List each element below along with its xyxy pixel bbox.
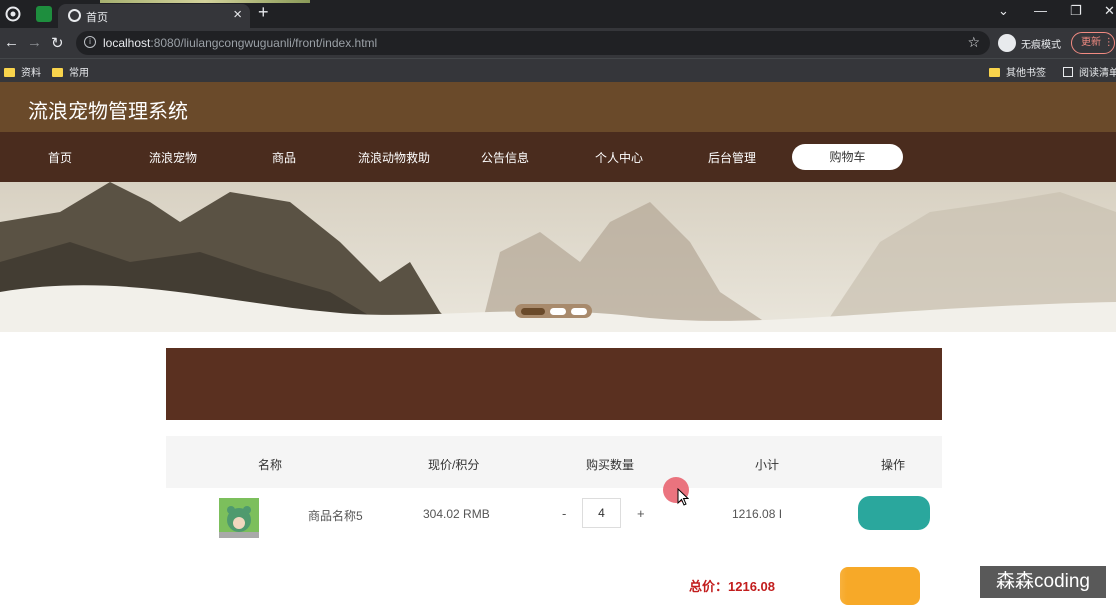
product-subtotal: 1216.08 I bbox=[732, 507, 783, 521]
restore-icon[interactable]: ❐ bbox=[1070, 3, 1082, 19]
product-name: 商品名称5 bbox=[308, 509, 363, 523]
window-close-icon[interactable]: ✕ bbox=[1104, 3, 1115, 19]
col-quantity: 购买数量 bbox=[586, 458, 635, 472]
nav-announcements[interactable]: 公告信息 bbox=[481, 149, 529, 166]
browser-tab-bar: 首页 × + ⌄ — ❐ ✕ bbox=[0, 0, 1116, 28]
address-bar: ← → ↻ i localhost:8080/liulangcongwuguan… bbox=[0, 28, 1116, 58]
watermark: 森森coding bbox=[980, 566, 1106, 598]
total-price: 总价：1216.08 bbox=[689, 579, 775, 594]
delete-button[interactable] bbox=[858, 496, 930, 530]
chrome-icon[interactable] bbox=[5, 6, 21, 22]
nav-home[interactable]: 首页 bbox=[48, 149, 72, 166]
col-name: 名称 bbox=[258, 458, 283, 472]
product-price: 304.02 RMB bbox=[423, 507, 490, 521]
site-info-icon[interactable]: i bbox=[84, 36, 96, 48]
bookmarks-bar: 资料 常用 其他书签 阅读清单 bbox=[0, 58, 1116, 82]
reading-list-icon bbox=[1063, 67, 1073, 77]
col-price: 现价/积分 bbox=[428, 458, 480, 472]
site-header: 流浪宠物管理系统 bbox=[0, 82, 1116, 132]
folder-icon bbox=[52, 68, 63, 77]
carousel-indicators bbox=[515, 304, 592, 318]
fade-overlay bbox=[781, 488, 847, 611]
other-bookmarks[interactable]: 其他书签 bbox=[989, 64, 1046, 79]
back-icon[interactable]: ← bbox=[4, 34, 19, 51]
new-tab-icon[interactable]: + bbox=[258, 2, 269, 23]
nav-cart-active[interactable]: 购物车 bbox=[792, 144, 903, 170]
incognito-icon[interactable] bbox=[998, 34, 1016, 52]
bookmark-star-icon[interactable]: ☆ bbox=[967, 34, 980, 51]
cart-table-header: 名称 现价/积分 购买数量 小计 操作 bbox=[166, 436, 942, 488]
nav-animal-rescue[interactable]: 流浪动物救助 bbox=[358, 149, 430, 166]
main-nav: 首页 流浪宠物 商品 流浪动物救助 公告信息 个人中心 后台管理 购物车 bbox=[0, 132, 1116, 182]
mouse-cursor-icon bbox=[677, 488, 689, 506]
carousel-dot-3[interactable] bbox=[571, 308, 587, 315]
tab-search-icon[interactable]: ⌄ bbox=[998, 3, 1009, 19]
forward-icon[interactable]: → bbox=[27, 34, 42, 51]
product-thumbnail[interactable] bbox=[219, 498, 259, 538]
col-action: 操作 bbox=[881, 458, 906, 472]
carousel-dot-1[interactable] bbox=[521, 308, 545, 315]
bookmark-folder-2[interactable]: 常用 bbox=[52, 64, 89, 79]
tab-close-icon[interactable]: × bbox=[233, 6, 242, 23]
nav-admin[interactable]: 后台管理 bbox=[708, 149, 756, 166]
banner-carousel bbox=[0, 182, 1116, 332]
nav-stray-pets[interactable]: 流浪宠物 bbox=[149, 149, 197, 166]
carousel-dot-2[interactable] bbox=[550, 308, 566, 315]
incognito-label: 无痕模式 bbox=[1021, 40, 1061, 51]
sheets-tab-icon[interactable] bbox=[36, 6, 52, 22]
bookmark-folder-1[interactable]: 资料 bbox=[4, 64, 41, 79]
folder-icon bbox=[4, 68, 15, 77]
decrease-quantity-button[interactable]: - bbox=[562, 506, 566, 521]
nav-personal-center[interactable]: 个人中心 bbox=[595, 149, 643, 166]
folder-icon bbox=[989, 68, 1000, 77]
col-subtotal: 小计 bbox=[755, 458, 780, 472]
url-text[interactable]: localhost:8080/liulangcongwuguanli/front… bbox=[103, 36, 377, 50]
globe-icon bbox=[68, 9, 81, 22]
nav-products[interactable]: 商品 bbox=[272, 149, 296, 166]
site-title: 流浪宠物管理系统 bbox=[28, 101, 188, 123]
browser-tab-active[interactable]: 首页 × bbox=[58, 4, 250, 28]
minimize-icon[interactable]: — bbox=[1034, 3, 1047, 18]
increase-quantity-button[interactable]: + bbox=[637, 506, 645, 521]
update-button[interactable]: 更新 ⋮ bbox=[1071, 32, 1115, 54]
section-header-banner bbox=[166, 348, 942, 420]
photo-strip bbox=[100, 0, 310, 3]
reload-icon[interactable]: ↻ bbox=[51, 34, 64, 52]
checkout-button[interactable] bbox=[840, 567, 920, 605]
tab-title: 首页 bbox=[86, 12, 108, 24]
reading-list[interactable]: 阅读清单 bbox=[1063, 64, 1116, 79]
quantity-input[interactable]: 4 bbox=[582, 498, 621, 528]
omnibox[interactable]: i localhost:8080/liulangcongwuguanli/fro… bbox=[76, 31, 990, 55]
